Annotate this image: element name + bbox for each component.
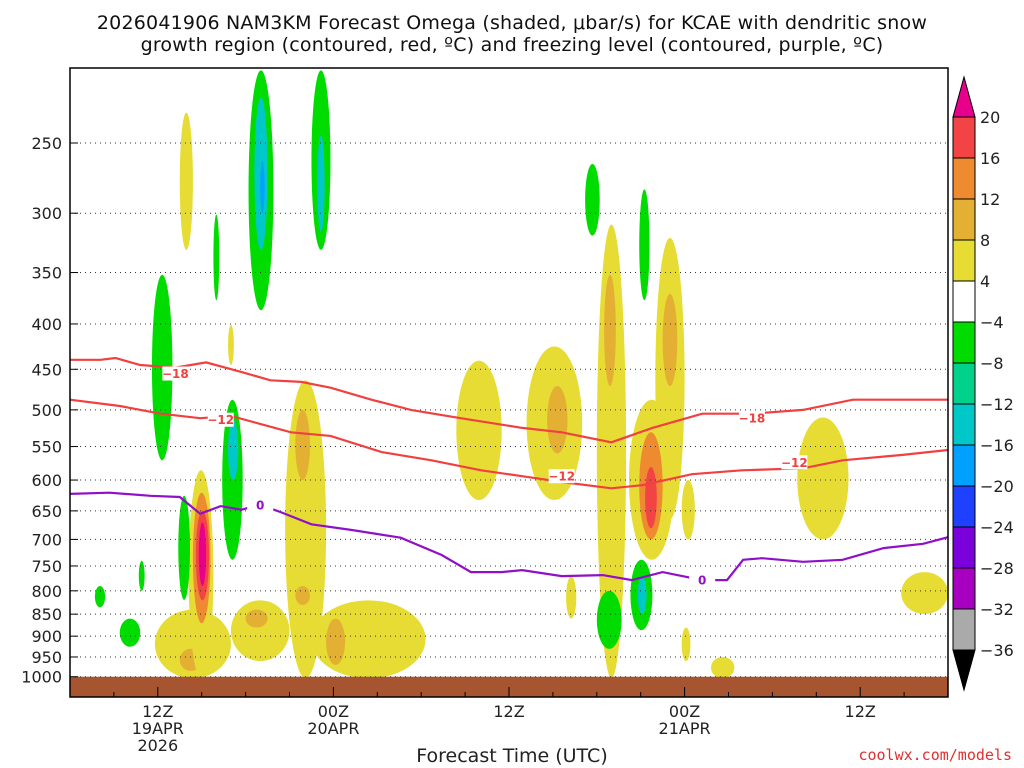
colorbar-segment xyxy=(952,157,976,200)
colorbar-label: −20 xyxy=(980,477,1014,496)
chart-container: 2026041906 NAM3KM Forecast Omega (shaded… xyxy=(0,0,1024,768)
x-tick-label: 12Z xyxy=(845,702,876,721)
omega-shaded-region xyxy=(295,585,310,605)
omega-shaded-region xyxy=(637,576,647,615)
contour-label: −12 xyxy=(781,456,808,470)
y-tick-label: 600 xyxy=(31,471,62,490)
omega-shaded-region xyxy=(547,386,568,454)
omega-shaded-region xyxy=(456,360,502,501)
colorbar-over-triangle xyxy=(952,75,976,118)
colorbar-label: 8 xyxy=(980,231,990,250)
y-tick-label: 350 xyxy=(31,264,62,283)
y-tick-label: 1000 xyxy=(21,668,62,687)
x-tick-label: 21APR xyxy=(659,719,711,738)
y-tick-label: 850 xyxy=(31,605,62,624)
omega-shaded-region xyxy=(681,480,695,540)
colorbar-segment xyxy=(952,239,976,282)
y-tick-label: 500 xyxy=(31,401,62,420)
colorbar-label: −24 xyxy=(980,518,1014,537)
contour-label: 0 xyxy=(256,498,264,512)
colorbar-segment xyxy=(952,444,976,487)
omega-shaded-region xyxy=(710,656,735,679)
colorbar-under-triangle xyxy=(952,649,976,692)
omega-shaded-region xyxy=(295,409,310,481)
omega-shaded-region xyxy=(681,627,691,662)
contour-label: −18 xyxy=(162,367,189,381)
y-tick-label: 400 xyxy=(31,315,62,334)
colorbar-segment xyxy=(952,567,976,610)
colorbar-label: −36 xyxy=(980,641,1014,660)
y-tick-label: 550 xyxy=(31,438,62,457)
omega-shaded-region xyxy=(228,324,234,365)
y-tick-label: 900 xyxy=(31,627,62,646)
colorbar-segment xyxy=(952,608,976,651)
omega-shaded-region xyxy=(245,609,268,628)
y-tick-label: 800 xyxy=(31,582,62,601)
y-tick-label: 250 xyxy=(31,134,62,153)
y-tick-label: 950 xyxy=(31,648,62,667)
omega-shaded-region xyxy=(179,112,193,250)
y-tick-label: 650 xyxy=(31,502,62,521)
colorbar-segment xyxy=(952,321,976,364)
y-tick-label: 450 xyxy=(31,360,62,379)
colorbar-segment xyxy=(952,526,976,569)
contour-label: −12 xyxy=(207,413,234,427)
omega-shaded-region xyxy=(178,495,190,600)
omega-shaded-region xyxy=(901,572,948,615)
colorbar-label: −16 xyxy=(980,436,1014,455)
time-height-plot: −18 −18 −12 −12 −12 0 0 250 300 350 400 450 500 550 60… xyxy=(21,67,1014,755)
colorbar-segment xyxy=(952,362,976,405)
colorbar-label: −4 xyxy=(980,313,1004,332)
omega-shaded-region xyxy=(317,135,325,232)
omega-shaded-region xyxy=(230,600,290,662)
colorbar-segment xyxy=(952,198,976,241)
omega-shaded-region xyxy=(639,189,650,301)
x-tick-label: 20APR xyxy=(307,719,359,738)
omega-shaded-region xyxy=(645,467,657,529)
omega-shaded-region xyxy=(662,293,678,387)
omega-shaded-region xyxy=(797,417,849,540)
plot-area: −18 −18 −12 −12 −12 0 0 xyxy=(70,70,948,697)
omega-shaded-region xyxy=(198,522,207,586)
x-tick-label: 12Z xyxy=(493,702,524,721)
omega-shaded-region xyxy=(213,214,220,301)
colorbar-label: −28 xyxy=(980,559,1014,578)
omega-shaded-region xyxy=(94,585,106,608)
colorbar-segment xyxy=(952,116,976,159)
omega-shaded-region xyxy=(119,618,141,647)
source-footer[interactable]: coolwx.com/models xyxy=(858,746,1012,764)
colorbar-label: −8 xyxy=(980,354,1004,373)
colorbar-segment xyxy=(952,403,976,446)
omega-shaded-region xyxy=(260,161,265,214)
omega-shaded-region xyxy=(585,163,600,236)
colorbar-segment xyxy=(952,280,976,323)
omega-shaded-region xyxy=(326,618,346,665)
contour-label: 0 xyxy=(698,574,706,588)
contour-label: −18 xyxy=(739,412,766,426)
omega-shaded-region xyxy=(596,590,622,649)
colorbar-label: −12 xyxy=(980,395,1014,414)
colorbar-label: 16 xyxy=(980,149,1000,168)
omega-shaded-region xyxy=(228,419,239,481)
contour-label: −12 xyxy=(548,470,575,484)
colorbar-label: 12 xyxy=(980,190,1000,209)
y-tick-label: 750 xyxy=(31,557,62,576)
y-tick-label: 300 xyxy=(31,204,62,223)
omega-shaded-region xyxy=(138,560,145,591)
omega-shaded-region xyxy=(566,576,577,619)
colorbar-label: 20 xyxy=(980,108,1000,127)
y-tick-label: 700 xyxy=(31,530,62,549)
colorbar-segment xyxy=(952,485,976,528)
colorbar-label: −32 xyxy=(980,600,1014,619)
colorbar-label: 4 xyxy=(980,272,990,291)
